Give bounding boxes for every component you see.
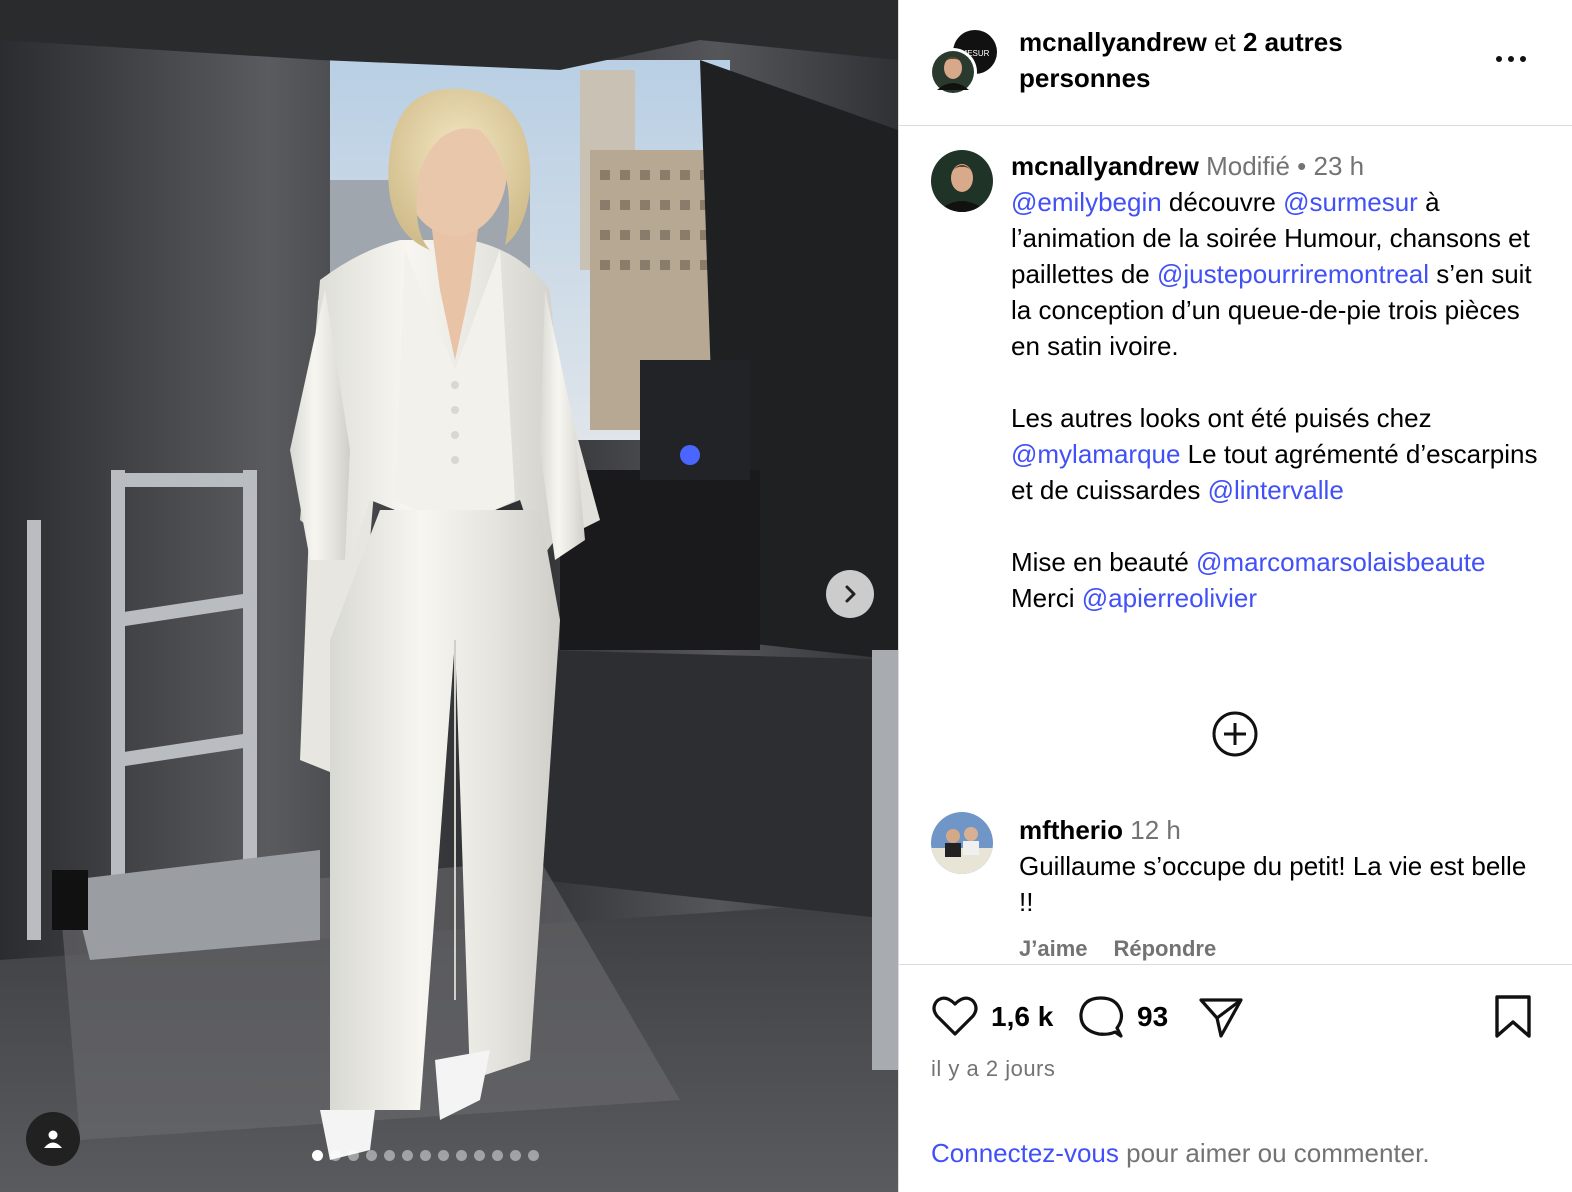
login-prompt: Connectez-vous pour aimer ou commenter. — [931, 1138, 1430, 1169]
add-comment-icon — [1212, 711, 1258, 757]
post-authors: mcnallyandrew et 2 autres personnes — [1019, 24, 1459, 96]
load-more-comments-button[interactable] — [1211, 710, 1259, 758]
commenter-link[interactable]: mftherio — [1019, 815, 1123, 845]
caption-text: Mise en beauté — [1011, 547, 1197, 577]
post-header: MESUR mcnallyandrew et 2 autres personne… — [899, 0, 1572, 126]
caption-author-link[interactable]: mcnallyandrew — [1011, 151, 1199, 181]
caption-text: Les autres looks ont été puisés chez — [1011, 403, 1432, 433]
more-options-icon — [1496, 56, 1526, 62]
carousel-dot — [510, 1150, 521, 1161]
tagged-users-button[interactable] — [26, 1112, 80, 1166]
carousel-dot — [438, 1150, 449, 1161]
avatar — [931, 150, 993, 212]
mention-link[interactable]: @apierreolivier — [1082, 583, 1257, 613]
collab-avatars[interactable]: MESUR — [929, 28, 999, 98]
user-tag-icon — [44, 1130, 62, 1148]
carousel-dot — [330, 1150, 341, 1161]
mention-link[interactable]: @lintervalle — [1208, 475, 1344, 505]
login-link[interactable]: Connectez-vous — [931, 1138, 1119, 1168]
comments-count[interactable]: 93 — [1137, 1001, 1168, 1033]
post-side-panel: MESUR mcnallyandrew et 2 autres personne… — [898, 0, 1572, 1192]
carousel-dot — [456, 1150, 467, 1161]
avatar — [931, 812, 993, 874]
photo-scene — [0, 0, 898, 1192]
bookmark-icon — [1495, 995, 1531, 1038]
heart-icon — [932, 996, 978, 1036]
comment-like-button[interactable]: J’aime — [1019, 936, 1088, 962]
carousel-indicator — [312, 1150, 539, 1161]
carousel-dot — [348, 1150, 359, 1161]
carousel-dot — [528, 1150, 539, 1161]
comment-reply-button[interactable]: Répondre — [1114, 936, 1217, 962]
carousel-dot — [420, 1150, 431, 1161]
comment-button[interactable] — [1077, 994, 1125, 1045]
caption-author-avatar[interactable] — [931, 150, 993, 212]
meta-separator: • — [1297, 151, 1307, 181]
share-button[interactable] — [1197, 996, 1245, 1045]
mention-link[interactable]: @surmesur — [1283, 187, 1418, 217]
avatar: MESUR — [929, 30, 997, 96]
more-options-button[interactable] — [1493, 44, 1533, 74]
commenter-avatar[interactable] — [931, 812, 993, 874]
comment-item: mftherio 12 h Guillaume s’occupe du peti… — [1019, 812, 1539, 920]
mention-link[interactable]: @justepourriremontreal — [1157, 259, 1429, 289]
post-date[interactable]: il y a 2 jours — [931, 1056, 1055, 1082]
mention-link[interactable]: @emilybegin — [1011, 187, 1162, 217]
mention-link[interactable]: @mylamarque — [1011, 439, 1180, 469]
post-caption: mcnallyandrew Modifié • 23 h @emilybegin… — [1011, 148, 1551, 616]
edited-label: Modifié — [1206, 151, 1290, 181]
comment-time[interactable]: 12 h — [1130, 815, 1181, 845]
caption-text: Merci — [1011, 583, 1082, 613]
next-image-button[interactable] — [826, 570, 874, 618]
post-photo[interactable] — [0, 0, 898, 1192]
caption-time[interactable]: 23 h — [1314, 151, 1365, 181]
carousel-dot — [492, 1150, 503, 1161]
carousel-dot — [474, 1150, 485, 1161]
comment-actions: J’aime Répondre — [1019, 936, 1216, 962]
share-icon — [1199, 998, 1243, 1038]
likes-count[interactable]: 1,6 k — [991, 1001, 1053, 1033]
save-button[interactable] — [1493, 994, 1533, 1045]
author-link[interactable]: mcnallyandrew — [1019, 27, 1207, 57]
carousel-dot — [312, 1150, 323, 1161]
caption-text: découvre — [1161, 187, 1284, 217]
comment-icon — [1079, 996, 1124, 1038]
mention-link[interactable]: @marcomarsolaisbeaute — [1196, 547, 1485, 577]
carousel-dot — [366, 1150, 377, 1161]
authors-connector: et — [1206, 27, 1243, 57]
comment-text: Guillaume s’occupe du petit! La vie est … — [1019, 851, 1527, 917]
next-chevron-icon — [845, 585, 856, 603]
login-prompt-text: pour aimer ou commenter. — [1118, 1138, 1430, 1168]
carousel-dot — [402, 1150, 413, 1161]
like-button[interactable] — [931, 994, 979, 1043]
carousel-dot — [384, 1150, 395, 1161]
